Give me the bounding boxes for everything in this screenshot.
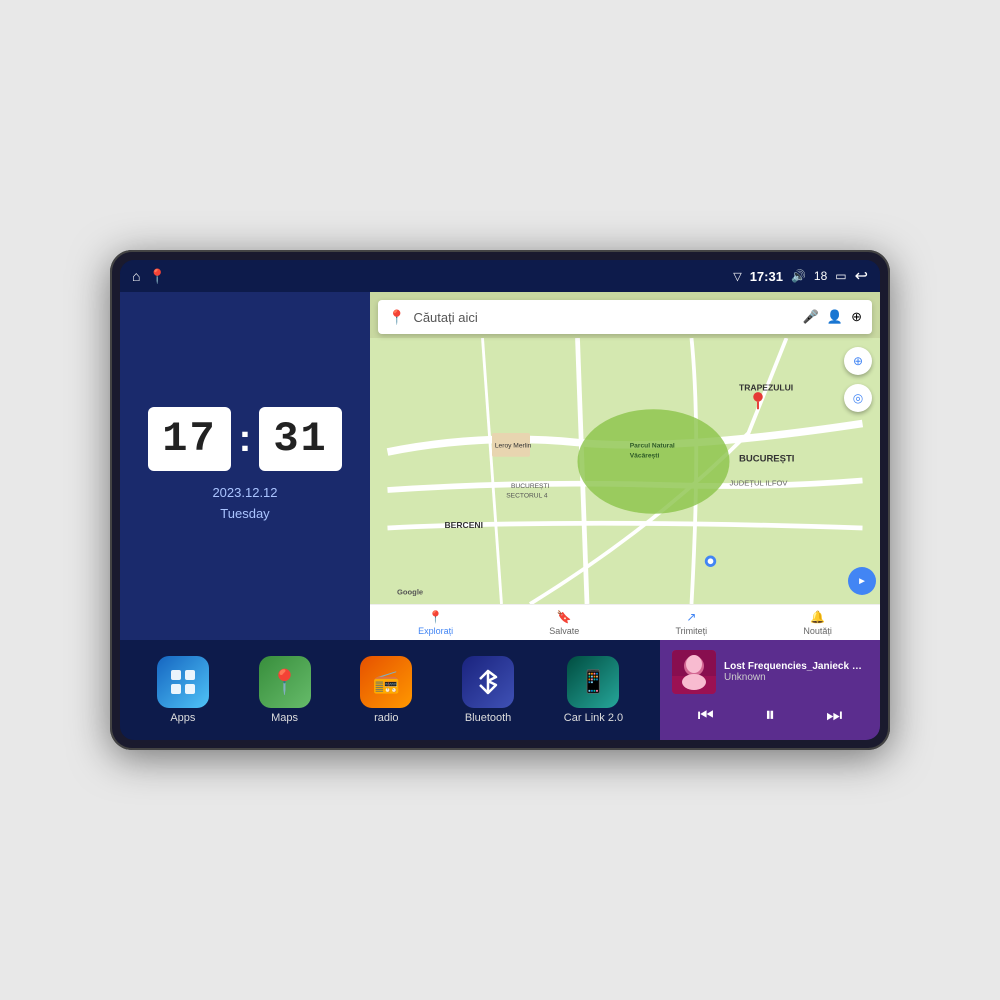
status-bar: ⌂ 📍 ▽ 17:31 🔊 18 ▭ ↩ bbox=[120, 260, 880, 292]
explore-icon: 📍 bbox=[428, 610, 443, 624]
send-label: Trimiteți bbox=[676, 626, 708, 636]
radio-icon-image: 📻 bbox=[360, 656, 412, 708]
news-label: Noutăți bbox=[803, 626, 832, 636]
svg-text:BERCENI: BERCENI bbox=[445, 520, 483, 530]
news-icon: 🔔 bbox=[810, 610, 825, 624]
bottom-section: Apps 📍 Maps 📻 radio bbox=[120, 640, 880, 740]
music-artist: Unknown bbox=[724, 672, 868, 683]
map-layers-icon[interactable]: ⊕ bbox=[851, 309, 862, 325]
apps-icon-svg bbox=[169, 668, 197, 696]
album-art bbox=[672, 650, 716, 694]
status-right: ▽ 17:31 🔊 18 ▭ ↩ bbox=[733, 266, 868, 286]
clock-day-text: Tuesday bbox=[212, 504, 277, 525]
apps-label: Apps bbox=[170, 712, 195, 724]
map-start-button[interactable]: ▶ bbox=[848, 567, 876, 595]
saved-label: Salvate bbox=[549, 626, 579, 636]
map-widget[interactable]: 📍 Căutați aici 🎤 👤 ⊕ bbox=[370, 292, 880, 640]
device-frame: ⌂ 📍 ▽ 17:31 🔊 18 ▭ ↩ 17 : bbox=[110, 250, 890, 750]
clock-minutes: 31 bbox=[259, 407, 341, 471]
svg-text:SECTORUL 4: SECTORUL 4 bbox=[506, 493, 548, 500]
svg-text:Google: Google bbox=[397, 588, 423, 597]
send-icon: ↗ bbox=[686, 610, 696, 624]
maps-icon-image: 📍 bbox=[259, 656, 311, 708]
album-art-svg bbox=[672, 650, 716, 694]
apps-icon-image bbox=[157, 656, 209, 708]
status-left: ⌂ 📍 bbox=[132, 268, 166, 285]
clock-separator: : bbox=[239, 418, 252, 461]
saved-icon: 🔖 bbox=[557, 610, 572, 624]
battery-icon: ▭ bbox=[835, 269, 846, 283]
carlink-icon-image: 📱 bbox=[567, 656, 619, 708]
music-prev-button[interactable]: ⏮ bbox=[690, 701, 722, 730]
signal-icon: ▽ bbox=[733, 270, 741, 283]
bluetooth-icon-svg bbox=[474, 668, 502, 696]
app-icon-carlink[interactable]: 📱 Car Link 2.0 bbox=[564, 656, 623, 724]
svg-text:Văcărești: Văcărești bbox=[630, 453, 660, 460]
radio-label: radio bbox=[374, 712, 398, 724]
maps-icon-glyph: 📍 bbox=[270, 668, 300, 697]
map-nav-send[interactable]: ↗ Trimiteți bbox=[676, 610, 708, 636]
music-title: Lost Frequencies_Janieck Devy-... bbox=[724, 661, 868, 672]
svg-text:JUDEȚUL ILFOV: JUDEȚUL ILFOV bbox=[730, 478, 789, 487]
device-screen: ⌂ 📍 ▽ 17:31 🔊 18 ▭ ↩ 17 : bbox=[120, 260, 880, 740]
music-top: Lost Frequencies_Janieck Devy-... Unknow… bbox=[672, 650, 868, 694]
music-info: Lost Frequencies_Janieck Devy-... Unknow… bbox=[724, 661, 868, 683]
music-play-button[interactable]: ⏸ bbox=[757, 700, 783, 731]
home-icon[interactable]: ⌂ bbox=[132, 268, 140, 284]
app-icon-apps[interactable]: Apps bbox=[157, 656, 209, 724]
radio-icon-glyph: 📻 bbox=[373, 669, 400, 695]
clock-date: 2023.12.12 Tuesday bbox=[212, 483, 277, 525]
map-background: Parcul Natural Văcărești Leroy Merlin TR… bbox=[370, 338, 880, 604]
top-section: 17 : 31 2023.12.12 Tuesday 📍 Căutați aic… bbox=[120, 292, 880, 640]
carlink-icon-glyph: 📱 bbox=[580, 669, 607, 695]
main-content: 17 : 31 2023.12.12 Tuesday 📍 Căutați aic… bbox=[120, 292, 880, 740]
music-next-button[interactable]: ⏭ bbox=[818, 701, 850, 730]
map-svg: Parcul Natural Văcărești Leroy Merlin TR… bbox=[370, 338, 880, 604]
app-icon-maps[interactable]: 📍 Maps bbox=[259, 656, 311, 724]
bluetooth-icon-image bbox=[462, 656, 514, 708]
carlink-label: Car Link 2.0 bbox=[564, 712, 623, 724]
clock-widget: 17 : 31 2023.12.12 Tuesday bbox=[120, 292, 370, 640]
explore-label: Explorați bbox=[418, 626, 453, 636]
clock-date-text: 2023.12.12 bbox=[212, 483, 277, 504]
map-nav-explore[interactable]: 📍 Explorați bbox=[418, 610, 453, 636]
back-icon[interactable]: ↩ bbox=[855, 266, 868, 286]
map-location-button[interactable]: ◎ bbox=[844, 384, 872, 412]
svg-text:BUCUREȘTI: BUCUREȘTI bbox=[739, 454, 794, 465]
app-icon-bluetooth[interactable]: Bluetooth bbox=[462, 656, 514, 724]
battery-level: 18 bbox=[814, 269, 827, 283]
map-search-text[interactable]: Căutați aici bbox=[413, 310, 794, 325]
map-pin-icon: 📍 bbox=[388, 309, 405, 326]
maps-pin-icon[interactable]: 📍 bbox=[148, 268, 165, 285]
map-search-bar[interactable]: 📍 Căutați aici 🎤 👤 ⊕ bbox=[378, 300, 872, 334]
clock-hours: 17 bbox=[148, 407, 230, 471]
maps-label: Maps bbox=[271, 712, 298, 724]
music-player: Lost Frequencies_Janieck Devy-... Unknow… bbox=[660, 640, 880, 740]
map-nav-news[interactable]: 🔔 Noutăți bbox=[803, 610, 832, 636]
svg-text:Parcul Natural: Parcul Natural bbox=[630, 442, 675, 449]
map-mic-icon[interactable]: 🎤 bbox=[803, 309, 819, 325]
clock-display: 17 : 31 bbox=[148, 407, 342, 471]
svg-text:TRAPEZULUI: TRAPEZULUI bbox=[739, 382, 793, 392]
start-label: ▶ bbox=[859, 577, 864, 585]
svg-text:BUCUREȘTI: BUCUREȘTI bbox=[511, 483, 550, 490]
map-compass-button[interactable]: ⊕ bbox=[844, 347, 872, 375]
apps-area: Apps 📍 Maps 📻 radio bbox=[120, 640, 660, 740]
music-controls: ⏮ ⏸ ⏭ bbox=[672, 700, 868, 731]
map-nav-saved[interactable]: 🔖 Salvate bbox=[549, 610, 579, 636]
time-display: 17:31 bbox=[750, 269, 783, 284]
app-icon-radio[interactable]: 📻 radio bbox=[360, 656, 412, 724]
svg-text:Leroy Merlin: Leroy Merlin bbox=[495, 442, 532, 449]
map-account-icon[interactable]: 👤 bbox=[827, 309, 843, 325]
volume-icon: 🔊 bbox=[791, 269, 806, 283]
map-bottom-bar: 📍 Explorați 🔖 Salvate ↗ Trimiteți 🔔 bbox=[370, 604, 880, 640]
bluetooth-label: Bluetooth bbox=[465, 712, 511, 724]
